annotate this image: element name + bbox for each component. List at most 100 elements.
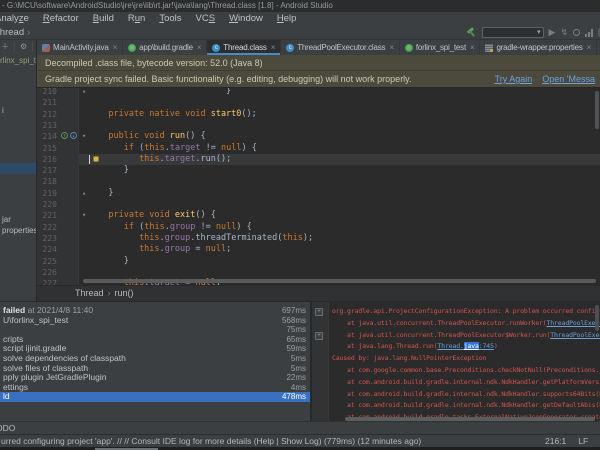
tab-app-build-gradle[interactable]: app\build.gradle× [123, 40, 207, 55]
menu-item-build[interactable]: Build [86, 12, 121, 26]
menu-item-window[interactable]: Window [222, 12, 270, 26]
project-root-node[interactable]: rlinx_spi_test [0, 56, 37, 65]
menu-item-run[interactable]: Run [121, 12, 152, 26]
expand-icon[interactable]: + [315, 308, 323, 316]
stack-trace-text: at java.lang.Thread.run( [332, 342, 437, 350]
tab-forlinx-spi-test[interactable]: forlinx_spi_test× [400, 40, 481, 55]
build-tree-duration: 5ms [291, 364, 306, 374]
banner-link-try-again[interactable]: Try Again [495, 71, 533, 87]
tab-close-icon[interactable]: × [197, 43, 201, 52]
run-config-dropdown[interactable]: ▾ [482, 27, 544, 38]
code-text[interactable]: } [93, 188, 113, 199]
code-text[interactable]: if (this.group != null) { [93, 222, 252, 233]
code-line[interactable]: 221▾ private void exit() { [37, 210, 600, 221]
build-tree-row[interactable]: U\forlinx_spi_test568ms [0, 316, 310, 326]
code-text[interactable]: } [93, 88, 231, 97]
stack-trace-link[interactable]: :745 [479, 342, 494, 350]
stack-trace-link[interactable]: Thread. [437, 342, 463, 350]
tab-gradle-wrapper-properties[interactable]: gradle-wrapper.properties× [480, 40, 597, 55]
code-text[interactable]: this.group.threadTerminated(this); [93, 233, 313, 244]
code-text[interactable]: this.group = null; [93, 244, 231, 255]
code-line[interactable]: 226 [37, 267, 600, 278]
project-tree-item[interactable]: jar [2, 215, 11, 224]
tab-mainactivity-java[interactable]: MainActivity.java× [37, 40, 123, 55]
breadcrumb-method[interactable]: run() [115, 288, 134, 298]
fold-marker-icon[interactable]: ▴ [82, 188, 86, 199]
fold-marker-icon[interactable]: ▾ [82, 131, 86, 142]
line-ending-widget[interactable]: LF [578, 435, 588, 447]
toolbar-separator: │ [12, 42, 17, 51]
code-line[interactable]: 222 if (this.group != null) { [37, 222, 600, 233]
code-text[interactable]: private void exit() { [93, 210, 216, 221]
code-line[interactable]: 220 [37, 199, 600, 210]
code-line[interactable]: 210▴ } [37, 88, 600, 97]
tab-thread-class[interactable]: cThread.class× [207, 40, 281, 55]
build-tree-row[interactable]: ettings4ms [0, 383, 310, 393]
code-line[interactable]: 211 [37, 97, 600, 108]
code-line[interactable]: 218 [37, 176, 600, 187]
expand-icon[interactable]: + [315, 332, 323, 340]
build-tree-row[interactable]: 75ms [0, 325, 310, 335]
banner-link-open-messa[interactable]: Open 'Messa [542, 71, 595, 87]
code-text[interactable]: } [93, 256, 129, 267]
class-file-icon: c [286, 44, 294, 52]
tab-threadpoolexecutor-class[interactable]: cThreadPoolExecutor.class× [281, 40, 400, 55]
code-text[interactable]: if (this.target != null) { [93, 143, 257, 154]
code-line[interactable]: 219▴ } [37, 188, 600, 199]
tab-close-icon[interactable]: × [470, 43, 474, 52]
menu-item-vcs[interactable]: VCS [189, 12, 223, 26]
overridden-method-icon[interactable]: ↓ [70, 132, 77, 139]
menu-item-refactor[interactable]: Refactor [36, 12, 86, 26]
code-line[interactable]: 213 [37, 120, 600, 131]
project-tree-item[interactable]: properties [2, 226, 37, 235]
menu-item-help[interactable]: Help [270, 12, 304, 26]
build-tree-row[interactable]: pply plugin JetGradlePlugin22ms [0, 373, 310, 383]
project-selected-row[interactable] [0, 163, 37, 174]
stack-trace-link[interactable]: ThreadPoolExecu [550, 331, 600, 339]
code-line[interactable]: 212 private native void start0(); [37, 109, 600, 120]
console-line: at com.android.build.gradle.internal.ndk… [332, 389, 600, 401]
chevron-right-icon: › [27, 27, 30, 38]
breadcrumb-class[interactable]: Thread [75, 288, 104, 298]
code-line[interactable]: 215 if (this.target != null) { [37, 143, 600, 154]
caret-position-widget[interactable]: 216:1 [545, 435, 566, 447]
fold-marker-icon[interactable]: ▴ [82, 88, 86, 97]
stack-trace-text: org.gradle.api.ProjectConfigurationExcep… [332, 307, 600, 315]
project-tree-item[interactable]: i [2, 106, 4, 115]
build-tree-duration: 65ms [286, 335, 306, 345]
run-icon[interactable]: ▶ [549, 27, 556, 38]
overrides-method-icon[interactable]: ↑ [61, 132, 68, 139]
code-editor[interactable]: 210▴ }211212 private native void start0(… [37, 88, 600, 285]
menu-item-analyze[interactable]: Analyze [0, 12, 36, 26]
debug-icon[interactable] [573, 29, 580, 36]
fold-marker-icon[interactable]: ▾ [82, 210, 86, 221]
code-line[interactable]: 225 } [37, 256, 600, 267]
code-line[interactable]: 214↑↓▾ public void run() { [37, 131, 600, 142]
code-line[interactable]: 224 this.group = null; [37, 244, 600, 255]
todo-tool-window-button[interactable]: TODO [0, 422, 15, 434]
stack-trace-link[interactable]: java [464, 342, 479, 350]
build-hammer-icon[interactable] [466, 27, 477, 38]
console-vertical-scrollbar[interactable] [595, 305, 599, 331]
profiler-icon[interactable] [585, 28, 593, 37]
editor-vertical-scrollbar[interactable] [595, 91, 599, 129]
menu-item-tools[interactable]: Tools [152, 12, 188, 26]
tab-close-icon[interactable]: × [271, 43, 275, 52]
code-line[interactable]: 223 this.group.threadTerminated(this); [37, 233, 600, 244]
build-tree-row[interactable]: ld478ms [0, 392, 310, 402]
nav-breadcrumb[interactable]: Thread› [0, 26, 30, 39]
code-text[interactable]: private native void start0(); [93, 109, 257, 120]
tab-close-icon[interactable]: × [389, 43, 393, 52]
code-text[interactable]: public void run() { [93, 131, 206, 142]
code-text[interactable]: this.target.run(); [93, 154, 231, 165]
add-icon[interactable]: ＋ [1, 41, 9, 52]
editor-horizontal-scrollbar[interactable] [83, 279, 596, 283]
stack-trace-link[interactable]: ThreadPoolExecut [547, 319, 600, 327]
tab-close-icon[interactable]: × [587, 43, 591, 52]
tab-close-icon[interactable]: × [113, 43, 117, 52]
code-line[interactable]: 216 this.target.run(); [37, 154, 600, 165]
code-line[interactable]: 217 } [37, 165, 600, 176]
gear-icon[interactable]: ⚙ [20, 42, 27, 51]
code-text[interactable]: } [93, 165, 129, 176]
apply-changes-icon[interactable]: ↯ [560, 27, 568, 38]
